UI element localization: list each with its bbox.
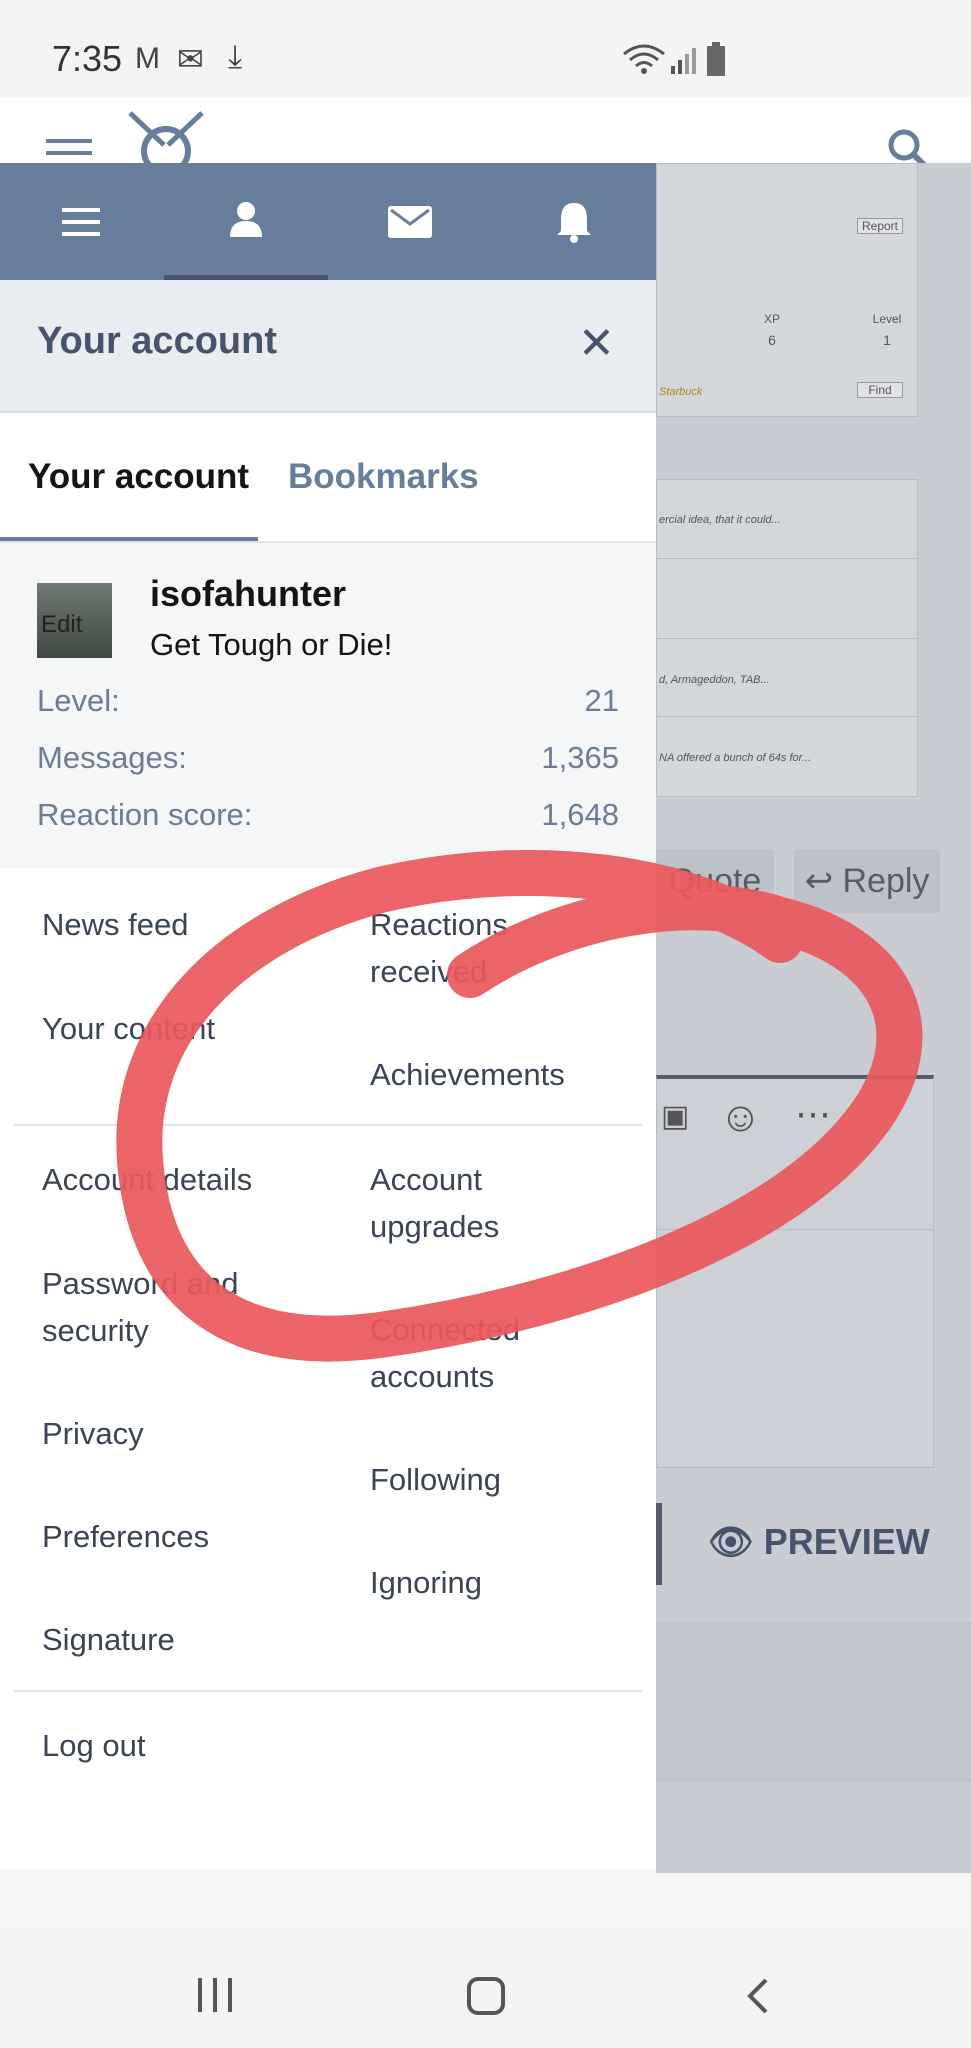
tab-bookmarks[interactable]: Bookmarks xyxy=(288,457,479,497)
tab-alerts[interactable] xyxy=(492,163,656,280)
menu-your-content[interactable]: Your content xyxy=(42,1005,215,1052)
menu-password-security[interactable]: Password and security xyxy=(42,1260,238,1354)
site-logo-icon[interactable] xyxy=(126,111,206,163)
menu-following[interactable]: Following xyxy=(370,1456,501,1503)
avatar-edit-label[interactable]: Edit xyxy=(41,611,82,639)
snippet-item[interactable]: ercial idea, that it could... xyxy=(659,514,781,526)
menu-account-upgrades-line2: upgrades xyxy=(370,1209,500,1244)
mail-notification-icon: ✉ xyxy=(177,41,204,77)
status-bar: 7:35 M ✉ ⤓ xyxy=(0,0,971,97)
menu-divider xyxy=(14,1124,642,1126)
username[interactable]: isofahunter xyxy=(150,573,346,615)
user-tagline: Get Tough or Die! xyxy=(150,627,393,662)
message-editor[interactable]: ▣ ☺ ⋯ xyxy=(656,1075,934,1468)
tab-your-account[interactable]: Your account xyxy=(28,457,249,497)
menu-account-details[interactable]: Account details xyxy=(42,1156,252,1203)
menu-connected-accounts-line2: accounts xyxy=(370,1359,495,1394)
xp-value: 6 xyxy=(768,332,776,348)
system-nav-bar xyxy=(0,1928,971,2048)
xp-label: XP xyxy=(763,312,780,326)
reply-button-label: Reply xyxy=(842,861,930,900)
level-label: Level xyxy=(872,312,902,326)
menu-account-upgrades-line1: Account xyxy=(370,1162,483,1197)
home-icon[interactable] xyxy=(466,1976,506,2016)
bell-icon xyxy=(557,202,591,243)
stat-messages-label: Messages: xyxy=(37,740,187,775)
image-icon[interactable]: ▣ xyxy=(661,1099,689,1134)
snippet-list: ercial idea, that it could... d, Armaged… xyxy=(656,479,918,797)
starbuck-link[interactable]: Starbuck xyxy=(659,386,702,398)
menu-signature[interactable]: Signature xyxy=(42,1616,175,1663)
back-icon[interactable] xyxy=(744,1976,772,2016)
menu-reactions-received-line2: received xyxy=(370,954,488,989)
reply-arrow-icon: ↩ xyxy=(804,862,843,900)
account-drawer: Your account ✕ Your account Bookmarks Ed… xyxy=(0,163,656,1870)
background-page-overlay: Report XP 6 Level 1 Starbuck Find ercial… xyxy=(656,163,971,1873)
report-button[interactable]: Report xyxy=(857,218,903,234)
menu-privacy[interactable]: Privacy xyxy=(42,1410,144,1457)
preview-label: PREVIEW xyxy=(763,1521,930,1562)
preview-button[interactable]: 👁 PREVIEW xyxy=(708,1521,930,1563)
menu-achievements[interactable]: Achievements xyxy=(370,1051,565,1098)
avatar[interactable]: Edit xyxy=(37,583,112,658)
drawer-subtabs: Your account Bookmarks xyxy=(0,413,656,543)
menu-preferences[interactable]: Preferences xyxy=(42,1513,209,1560)
tab-account[interactable] xyxy=(164,163,328,280)
quote-button-label: Quote xyxy=(668,861,762,900)
signal-icon xyxy=(671,48,696,74)
drawer-header: Your account ✕ xyxy=(0,280,656,413)
menu-divider xyxy=(14,1690,642,1692)
download-icon: ⤓ xyxy=(228,38,243,74)
menu-password-security-line2: security xyxy=(42,1313,149,1348)
level-value: 1 xyxy=(883,332,891,348)
tab-inbox[interactable] xyxy=(328,163,492,280)
drawer-nav-tabs xyxy=(0,163,656,280)
envelope-icon xyxy=(388,205,432,238)
stat-messages-value[interactable]: 1,365 xyxy=(541,740,619,776)
snippet-item[interactable]: NA offered a bunch of 64s for... xyxy=(659,752,811,764)
more-options-icon[interactable]: ⋯ xyxy=(795,1093,831,1135)
profile-summary: Edit isofahunter Get Tough or Die! Level… xyxy=(0,543,656,868)
menu-password-security-line1: Password and xyxy=(42,1266,239,1301)
stat-level-value: 21 xyxy=(584,683,619,718)
quote-button[interactable]: Quote xyxy=(656,849,774,913)
member-card: Report XP 6 Level 1 Starbuck Find xyxy=(656,163,918,417)
tab-menu[interactable] xyxy=(0,163,164,280)
snippet-item[interactable]: d, Armageddon, TAB... xyxy=(659,674,770,686)
stat-reaction-score-value[interactable]: 1,648 xyxy=(541,797,619,833)
recent-apps-icon[interactable] xyxy=(196,1978,234,2012)
wifi-icon xyxy=(623,44,665,74)
menu-reactions-received-line1: Reactions xyxy=(370,907,508,942)
find-button[interactable]: Find xyxy=(857,382,903,398)
hamburger-menu-icon[interactable] xyxy=(46,137,96,163)
menu-reactions-received[interactable]: Reactions received xyxy=(370,901,508,995)
menu-news-feed[interactable]: News feed xyxy=(42,901,188,948)
emoji-icon[interactable]: ☺ xyxy=(719,1093,762,1141)
app-header xyxy=(0,97,971,173)
eye-icon: 👁 xyxy=(708,1521,754,1562)
stat-reaction-score-label: Reaction score: xyxy=(37,797,253,832)
menu-account-upgrades[interactable]: Account upgrades xyxy=(370,1156,499,1250)
drawer-title: Your account xyxy=(37,320,277,362)
reply-button[interactable]: ↩ Reply xyxy=(794,849,940,913)
close-icon[interactable]: ✕ xyxy=(578,318,615,369)
status-time: 7:35 xyxy=(52,38,123,79)
menu-log-out[interactable]: Log out xyxy=(42,1722,145,1769)
menu-ignoring[interactable]: Ignoring xyxy=(370,1559,482,1606)
stat-level-label: Level: xyxy=(37,683,120,718)
battery-icon xyxy=(707,42,725,76)
menu-icon xyxy=(62,207,100,236)
menu-connected-accounts-line1: Connected xyxy=(370,1312,520,1347)
gmail-icon: M xyxy=(135,42,160,75)
user-icon xyxy=(230,202,262,237)
menu-connected-accounts[interactable]: Connected accounts xyxy=(370,1306,520,1400)
